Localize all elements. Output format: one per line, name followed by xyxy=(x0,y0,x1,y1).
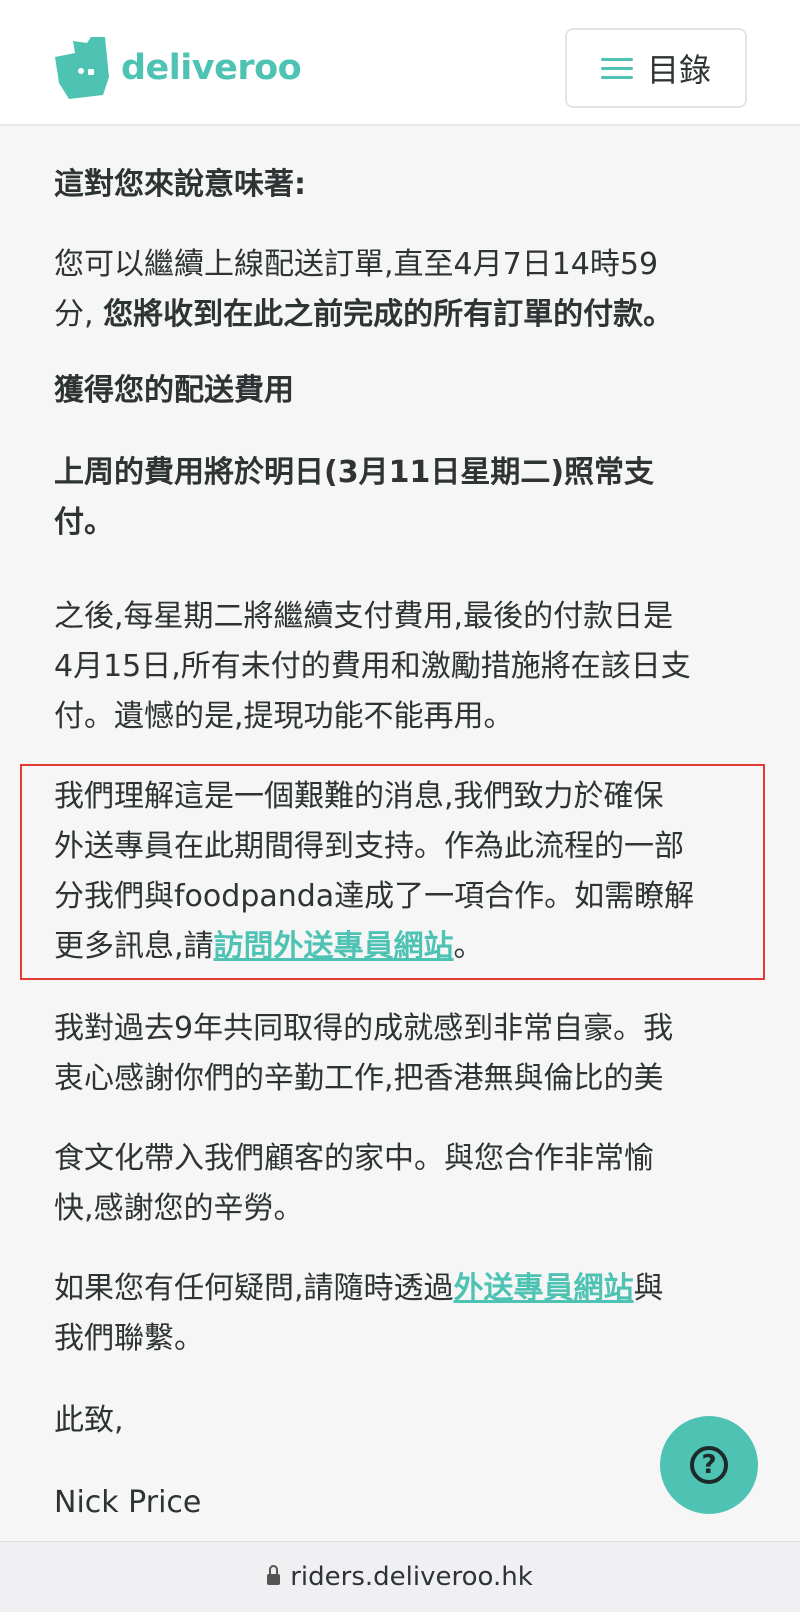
url-text: riders.deliveroo.hk xyxy=(290,1562,533,1592)
browser-url-bar[interactable]: riders.deliveroo.hk xyxy=(0,1541,800,1612)
signature-name: Nick Price xyxy=(54,1485,202,1520)
question-mark-icon: ? xyxy=(690,1446,728,1484)
paragraph-proud: 我對過去9年共同取得的成就感到非常自豪。我 衷心感謝你們的辛勤工作,把香港無與倫… xyxy=(54,1011,674,1096)
closing-salutation: 此致, xyxy=(54,1403,124,1438)
rider-website-link[interactable]: 訪問外送專員網站 xyxy=(214,929,454,964)
paragraph-contact: 如果您有任何疑問,請隨時透過外送專員網站與 我們聯繫。 xyxy=(54,1271,664,1356)
hamburger-icon xyxy=(600,56,633,80)
site-header: deliveroo 目錄 xyxy=(0,0,800,126)
paragraph-payment-schedule: 之後,每星期二將繼續支付費用,最後的付款日是 4月15日,所有未付的費用和激勵措… xyxy=(54,599,691,734)
deliveroo-logo[interactable]: deliveroo xyxy=(55,36,302,100)
deliveroo-kangaroo-icon xyxy=(55,37,109,99)
section-heading-meaning: 這對您來說意味著: xyxy=(54,167,306,202)
paragraph-foodpanda-partnership: 我們理解這是一個艱難的消息,我們致力於確保 外送專員在此期間得到支持。作為此流程… xyxy=(54,779,695,964)
menu-button[interactable]: 目錄 xyxy=(565,28,747,108)
paragraph-thanks: 食文化帶入我們顧客的家中。與您合作非常愉 快,感謝您的辛勞。 xyxy=(54,1141,654,1226)
brand-name: deliveroo xyxy=(121,48,302,88)
help-button[interactable]: ? xyxy=(660,1416,758,1514)
menu-label: 目錄 xyxy=(646,51,711,89)
paragraph-last-week-fees: 上周的費用將於明日(3月11日星期二)照常支 付。 xyxy=(54,455,655,540)
lock-icon xyxy=(267,1564,281,1586)
rider-website-contact-link[interactable]: 外送專員網站 xyxy=(454,1271,634,1306)
paragraph-continue-orders: 您可以繼續上線配送訂單,直至4月7日14時59 分, 您將收到在此之前完成的所有… xyxy=(54,247,674,332)
section-heading-fees: 獲得您的配送費用 xyxy=(54,373,294,408)
